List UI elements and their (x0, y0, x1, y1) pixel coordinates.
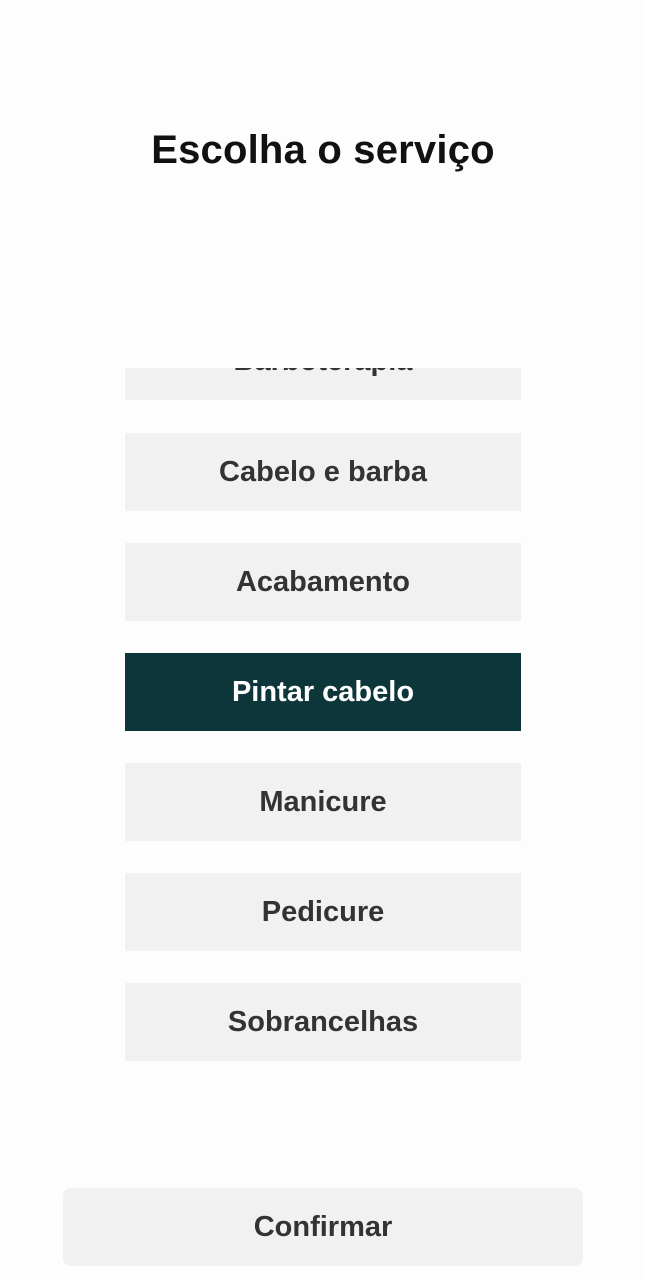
service-item-pedicure[interactable]: Pedicure (125, 873, 521, 951)
service-item-sobrancelhas[interactable]: Sobrancelhas (125, 983, 521, 1061)
service-list[interactable]: Barboterapia Cabelo e barba Acabamento P… (125, 368, 521, 1068)
service-item-manicure[interactable]: Manicure (125, 763, 521, 841)
page-title: Escolha o serviço (151, 128, 495, 172)
service-item-label: Pintar cabelo (231, 675, 415, 708)
service-item-pintar-cabelo[interactable]: Pintar cabelo (125, 653, 521, 731)
service-item-label: Cabelo e barba (219, 455, 427, 488)
service-item-label: Barboterapia (234, 368, 413, 378)
confirm-button[interactable]: Confirmar (63, 1188, 583, 1266)
service-item-label: Sobrancelhas (227, 1005, 419, 1038)
service-selection-screen: Escolha o serviço Barboterapia Cabelo e … (0, 0, 646, 1280)
service-item-barboterapia[interactable]: Barboterapia (125, 368, 521, 400)
service-item-cabelo-e-barba[interactable]: Cabelo e barba (125, 433, 521, 511)
service-item-label: Manicure (259, 785, 387, 818)
service-item-label: Pedicure (261, 895, 385, 928)
service-item-acabamento[interactable]: Acabamento (125, 543, 521, 621)
service-item-label: Acabamento (235, 565, 411, 598)
